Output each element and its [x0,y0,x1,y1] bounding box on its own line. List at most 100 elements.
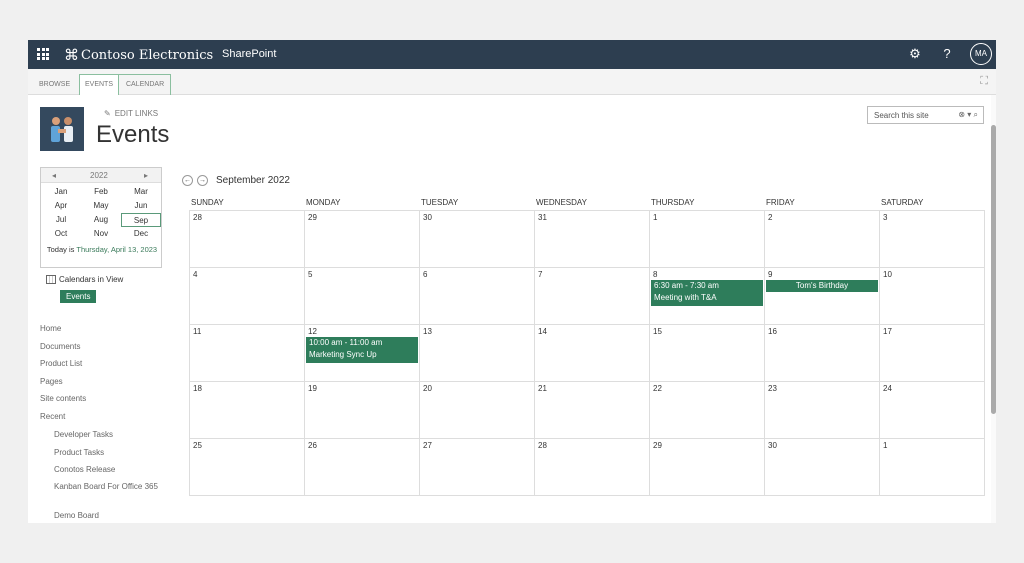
calendar-day-cell[interactable]: 27 [419,438,534,495]
scrollbar-thumb[interactable] [991,125,996,414]
day-number[interactable]: 17 [883,327,892,336]
day-number[interactable]: 23 [768,384,777,393]
day-number[interactable]: 12 [308,327,317,336]
day-number[interactable]: 11 [193,327,201,336]
help-icon[interactable]: ? [938,46,956,61]
calendar-day-cell[interactable]: 30 [419,210,534,267]
today-link[interactable]: Thursday, April 13, 2023 [76,245,157,254]
chevron-down-icon[interactable]: ▾ [967,110,971,119]
focus-mode-icon[interactable]: ⛶ [980,75,988,88]
calendar-day-cell[interactable]: 28 [189,210,304,267]
brand[interactable]: ⌘ Contoso Electronics [64,46,213,64]
calendar-day-cell[interactable]: 17 [879,324,984,381]
calendar-day-cell[interactable]: 18 [189,381,304,438]
calendar-day-cell[interactable]: 29 [649,438,764,495]
month-aug[interactable]: Aug [81,213,121,227]
next-year-icon[interactable]: ▸ [144,171,148,180]
day-number[interactable]: 27 [423,441,432,450]
calendar-day-cell[interactable]: 9 [764,267,879,324]
waffle-icon[interactable] [37,48,49,60]
day-number[interactable]: 16 [768,327,777,336]
day-number[interactable]: 1 [653,213,657,222]
nav-item-home[interactable]: Home [40,324,61,333]
calendar-day-cell[interactable]: 11 [189,324,304,381]
calendar-event[interactable]: 10:00 am - 11:00 am Marketing Sync Up [306,337,418,363]
calendar-day-cell[interactable]: 31 [534,210,649,267]
calendar-day-cell[interactable]: 20 [419,381,534,438]
nav-item-kanban-board[interactable]: Kanban Board For Office 365 [54,481,164,492]
prev-month-icon[interactable]: ← [182,175,193,186]
calendar-day-cell[interactable]: 24 [879,381,984,438]
product-name[interactable]: SharePoint [222,48,276,60]
calendar-event[interactable]: Tom's Birthday [766,280,878,292]
calendar-day-cell[interactable]: 1 [879,438,984,495]
nav-item-product-list[interactable]: Product List [40,359,82,368]
day-number[interactable]: 4 [193,270,197,279]
month-jul[interactable]: Jul [41,213,81,227]
calendar-day-cell[interactable]: 1 [649,210,764,267]
calendar-day-cell[interactable]: 14 [534,324,649,381]
day-number[interactable]: 28 [538,441,547,450]
month-may[interactable]: May [81,199,121,213]
calendar-day-cell[interactable]: 4 [189,267,304,324]
day-number[interactable]: 13 [423,327,432,336]
page-scrollbar[interactable] [991,95,996,523]
day-number[interactable]: 18 [193,384,202,393]
site-logo[interactable] [40,107,84,151]
day-number[interactable]: 20 [423,384,432,393]
month-nov[interactable]: Nov [81,227,121,241]
calendar-day-cell[interactable]: 21 [534,381,649,438]
calendar-day-cell[interactable]: 10 [879,267,984,324]
avatar[interactable]: MA [970,43,992,65]
nav-item-documents[interactable]: Documents [40,342,80,351]
nav-item-site-contents[interactable]: Site contents [40,394,86,403]
day-number[interactable]: 21 [538,384,547,393]
day-number[interactable]: 19 [308,384,317,393]
day-number[interactable]: 30 [423,213,432,222]
month-feb[interactable]: Feb [81,185,121,199]
calendar-event[interactable]: 6:30 am - 7:30 am Meeting with T&A [651,280,763,306]
day-number[interactable]: 24 [883,384,892,393]
day-number[interactable]: 9 [768,270,772,279]
search-input[interactable]: Search this site [874,111,929,120]
day-number[interactable]: 29 [653,441,662,450]
day-number[interactable]: 7 [538,270,542,279]
nav-item-demo-board[interactable]: Demo Board [54,510,164,521]
month-sep[interactable]: Sep [121,213,161,227]
nav-item-product-tasks[interactable]: Product Tasks [54,447,164,458]
day-number[interactable]: 22 [653,384,662,393]
calendar-day-cell[interactable]: 22 [649,381,764,438]
calendar-day-cell[interactable]: 25 [189,438,304,495]
month-apr[interactable]: Apr [41,199,81,213]
clear-icon[interactable]: ⊗ [958,110,965,119]
calendar-day-cell[interactable]: 6 [419,267,534,324]
calendar-day-cell[interactable]: 2 [764,210,879,267]
calendar-day-cell[interactable]: 29 [304,210,419,267]
day-number[interactable]: 5 [308,270,312,279]
day-number[interactable]: 10 [883,270,892,279]
calendar-day-cell[interactable]: 5 [304,267,419,324]
day-number[interactable]: 3 [883,213,887,222]
day-number[interactable]: 26 [308,441,317,450]
gear-icon[interactable]: ⚙ [906,46,924,62]
day-number[interactable]: 29 [308,213,317,222]
month-oct[interactable]: Oct [41,227,81,241]
calendar-overlay-events[interactable]: Events [60,290,97,303]
prev-year-icon[interactable]: ◂ [52,171,56,180]
tab-calendar[interactable]: CALENDAR [121,75,169,95]
day-number[interactable]: 6 [423,270,427,279]
day-number[interactable]: 1 [883,441,887,450]
month-jan[interactable]: Jan [41,185,81,199]
calendar-day-cell[interactable]: 3 [879,210,984,267]
month-mar[interactable]: Mar [121,185,161,199]
nav-item-developer-tasks[interactable]: Developer Tasks [54,429,164,440]
month-dec[interactable]: Dec [121,227,161,241]
day-number[interactable]: 25 [193,441,202,450]
month-jun[interactable]: Jun [121,199,161,213]
day-number[interactable]: 14 [538,327,547,336]
search-icon[interactable]: ⌕ [974,110,978,119]
day-number[interactable]: 30 [768,441,777,450]
day-number[interactable]: 31 [538,213,547,222]
nav-item-recent[interactable]: Recent [40,412,65,421]
nav-item-pages[interactable]: Pages [40,377,63,386]
